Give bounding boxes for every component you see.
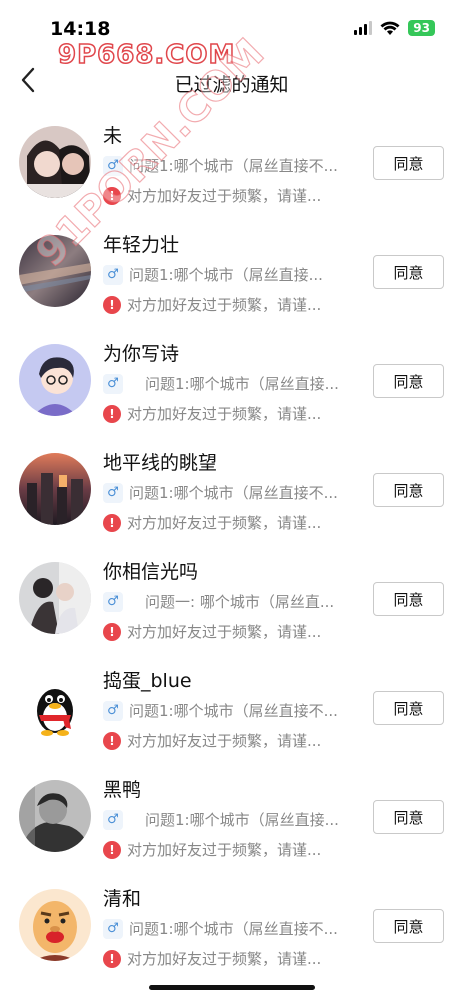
agree-button[interactable]: 同意 bbox=[373, 800, 444, 834]
avatar[interactable] bbox=[19, 235, 91, 307]
male-gender-icon: ♂ bbox=[103, 809, 123, 830]
question-line: ♂ 问题1:哪个城市（屌丝直接不... bbox=[103, 482, 358, 503]
question-line: ♂ 问题1:哪个城市（屌丝直接... bbox=[103, 264, 358, 285]
question-line: ♂ 问题1:哪个城市（屌丝直接不... bbox=[103, 918, 358, 939]
warning-text: 对方加好友过于频繁，请谨... bbox=[127, 187, 322, 205]
status-icons: 93 bbox=[354, 20, 435, 36]
question-line: ♂ 问题1:哪个城市（屌丝直接... bbox=[103, 373, 358, 394]
user-name: 年轻力壮 bbox=[103, 234, 180, 256]
nav-bar: 已过滤的通知 bbox=[0, 56, 463, 106]
user-name: 你相信光吗 bbox=[103, 561, 199, 583]
warning-line: ! 对方加好友过于频繁，请谨... bbox=[103, 185, 358, 206]
warning-text: 对方加好友过于频繁，请谨... bbox=[127, 732, 322, 750]
warning-icon: ! bbox=[103, 513, 121, 532]
avatar[interactable] bbox=[19, 889, 91, 961]
notification-list: 未 ♂ 问题1:哪个城市（屌丝直接不... ! 对方加好友过于频繁，请谨... … bbox=[0, 109, 463, 981]
agree-button[interactable]: 同意 bbox=[373, 364, 444, 398]
list-item[interactable]: 黑鸭 ♂ 问题1:哪个城市（屌丝直接... ! 对方加好友过于频繁，请谨... … bbox=[0, 763, 463, 872]
list-item[interactable]: 清和 ♂ 问题1:哪个城市（屌丝直接不... ! 对方加好友过于频繁，请谨...… bbox=[0, 872, 463, 981]
user-name: 地平线的眺望 bbox=[103, 452, 218, 474]
question-text: 问题1:哪个城市（屌丝直接不... bbox=[129, 484, 338, 502]
question-line: ♂ 问题1:哪个城市（屌丝直接... bbox=[103, 809, 358, 830]
warning-line: ! 对方加好友过于频繁，请谨... bbox=[103, 512, 358, 533]
page-title: 已过滤的通知 bbox=[174, 74, 289, 96]
question-text: 问题1:哪个城市（屌丝直接不... bbox=[129, 157, 338, 175]
warning-text: 对方加好友过于频繁，请谨... bbox=[127, 405, 322, 423]
question-text: 问题1:哪个城市（屌丝直接... bbox=[145, 811, 339, 829]
warning-text: 对方加好友过于频繁，请谨... bbox=[127, 623, 322, 641]
question-line: ♂ 问题1:哪个城市（屌丝直接不... bbox=[103, 700, 358, 721]
warning-line: ! 对方加好友过于频繁，请谨... bbox=[103, 839, 358, 860]
avatar[interactable] bbox=[19, 126, 91, 198]
warning-icon: ! bbox=[103, 295, 121, 314]
male-gender-icon: ♂ bbox=[103, 482, 123, 503]
warning-line: ! 对方加好友过于频繁，请谨... bbox=[103, 294, 358, 315]
male-gender-icon: ♂ bbox=[103, 700, 123, 721]
list-item[interactable]: 年轻力壮 ♂ 问题1:哪个城市（屌丝直接... ! 对方加好友过于频繁，请谨..… bbox=[0, 218, 463, 327]
user-name: 捣蛋_blue bbox=[103, 670, 192, 692]
male-gender-icon: ♂ bbox=[103, 918, 123, 939]
wifi-icon bbox=[380, 21, 400, 35]
battery-indicator: 93 bbox=[408, 20, 435, 36]
question-line: ♂ 问题一: 哪个城市（屌丝直... bbox=[103, 591, 358, 612]
list-item[interactable]: 捣蛋_blue ♂ 问题1:哪个城市（屌丝直接不... ! 对方加好友过于频繁，… bbox=[0, 654, 463, 763]
warning-line: ! 对方加好友过于频繁，请谨... bbox=[103, 948, 358, 969]
question-text: 问题1:哪个城市（屌丝直接... bbox=[129, 266, 323, 284]
male-gender-icon: ♂ bbox=[103, 373, 123, 394]
warning-line: ! 对方加好友过于频繁，请谨... bbox=[103, 621, 358, 642]
home-indicator[interactable] bbox=[149, 985, 315, 990]
question-text: 问题一: 哪个城市（屌丝直... bbox=[145, 593, 335, 611]
male-gender-icon: ♂ bbox=[103, 591, 123, 612]
avatar[interactable] bbox=[19, 780, 91, 852]
male-gender-icon: ♂ bbox=[103, 264, 123, 285]
agree-button[interactable]: 同意 bbox=[373, 473, 444, 507]
warning-icon: ! bbox=[103, 731, 121, 750]
warning-icon: ! bbox=[103, 840, 121, 859]
warning-icon: ! bbox=[103, 949, 121, 968]
agree-button[interactable]: 同意 bbox=[373, 582, 444, 616]
status-time: 14:18 bbox=[50, 18, 111, 40]
question-text: 问题1:哪个城市（屌丝直接不... bbox=[129, 702, 338, 720]
warning-icon: ! bbox=[103, 622, 121, 641]
avatar[interactable] bbox=[19, 562, 91, 634]
list-item[interactable]: 你相信光吗 ♂ 问题一: 哪个城市（屌丝直... ! 对方加好友过于频繁，请谨.… bbox=[0, 545, 463, 654]
user-name: 清和 bbox=[103, 888, 142, 910]
battery-level: 93 bbox=[413, 21, 430, 35]
list-item[interactable]: 地平线的眺望 ♂ 问题1:哪个城市（屌丝直接不... ! 对方加好友过于频繁，请… bbox=[0, 436, 463, 545]
male-gender-icon: ♂ bbox=[103, 155, 123, 176]
agree-button[interactable]: 同意 bbox=[373, 909, 444, 943]
warning-text: 对方加好友过于频繁，请谨... bbox=[127, 841, 322, 859]
list-item[interactable]: 为你写诗 ♂ 问题1:哪个城市（屌丝直接... ! 对方加好友过于频繁，请谨..… bbox=[0, 327, 463, 436]
warning-line: ! 对方加好友过于频繁，请谨... bbox=[103, 403, 358, 424]
user-name: 未 bbox=[103, 125, 123, 147]
question-text: 问题1:哪个城市（屌丝直接不... bbox=[129, 920, 338, 938]
agree-button[interactable]: 同意 bbox=[373, 691, 444, 725]
warning-text: 对方加好友过于频繁，请谨... bbox=[127, 950, 322, 968]
signal-icon bbox=[354, 21, 373, 35]
warning-line: ! 对方加好友过于频繁，请谨... bbox=[103, 730, 358, 751]
agree-button[interactable]: 同意 bbox=[373, 146, 444, 180]
avatar[interactable] bbox=[19, 671, 91, 743]
warning-text: 对方加好友过于频繁，请谨... bbox=[127, 514, 322, 532]
question-line: ♂ 问题1:哪个城市（屌丝直接不... bbox=[103, 155, 358, 176]
avatar[interactable] bbox=[19, 453, 91, 525]
question-text: 问题1:哪个城市（屌丝直接... bbox=[145, 375, 339, 393]
warning-text: 对方加好友过于频繁，请谨... bbox=[127, 296, 322, 314]
user-name: 为你写诗 bbox=[103, 343, 180, 365]
agree-button[interactable]: 同意 bbox=[373, 255, 444, 289]
user-name: 黑鸭 bbox=[103, 779, 142, 801]
warning-icon: ! bbox=[103, 186, 121, 205]
avatar[interactable] bbox=[19, 344, 91, 416]
warning-icon: ! bbox=[103, 404, 121, 423]
list-item[interactable]: 未 ♂ 问题1:哪个城市（屌丝直接不... ! 对方加好友过于频繁，请谨... … bbox=[0, 109, 463, 218]
